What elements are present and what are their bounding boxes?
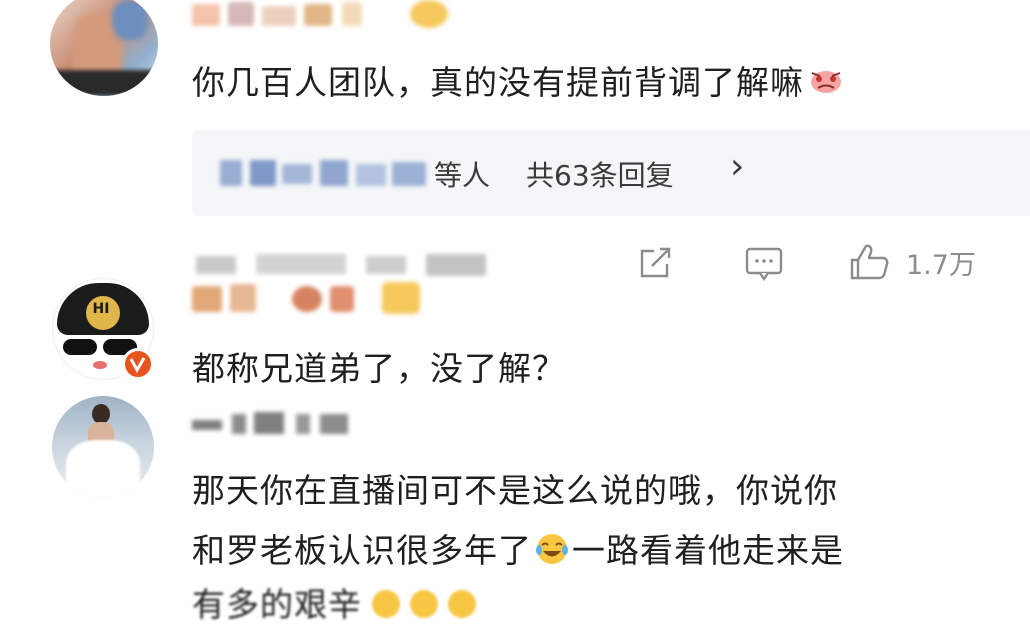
laugh-cry-emoji-icon xyxy=(534,532,570,574)
reply-usernames[interactable] xyxy=(220,156,432,190)
like-icon xyxy=(848,242,892,282)
comment-1-timestamp xyxy=(196,250,496,278)
sad-emoji-icon xyxy=(806,65,846,104)
replies-suffix: 等人 xyxy=(434,159,491,192)
username-2[interactable] xyxy=(192,280,432,316)
share-icon xyxy=(636,244,674,282)
comment-3-line2-a: 和罗老板认识很多年了 xyxy=(192,531,532,570)
username-1[interactable] xyxy=(192,0,452,28)
avatar-user-3[interactable] xyxy=(52,396,154,498)
comment-text-2: 都称兄道弟了，没了解？ xyxy=(192,349,566,388)
chevron-right-icon: › xyxy=(730,146,745,187)
verified-v-icon xyxy=(129,357,146,374)
comment-text-3-line2: 和罗老板认识很多年了 一路看着他走来是 xyxy=(192,524,844,574)
comment-1-content: 你几百人团队，真的没有提前背调了解嘛 xyxy=(192,63,804,102)
verified-badge xyxy=(122,348,154,380)
like-count: 1.7万 xyxy=(906,249,976,281)
like-button[interactable]: 1.7万 xyxy=(848,242,976,282)
comment-button[interactable] xyxy=(744,246,784,282)
comment-text-1: 你几百人团队，真的没有提前背调了解嘛 xyxy=(192,56,846,104)
username-3[interactable] xyxy=(192,410,362,436)
comment-text-3-line3: 有多的艰辛 xyxy=(192,578,488,626)
avatar-user-1[interactable] xyxy=(50,0,158,96)
replies-count[interactable]: 共63条回复 xyxy=(526,154,674,194)
emoji-row-icon xyxy=(368,587,488,626)
replies-summary[interactable]: 等人 共63条回复 › xyxy=(192,130,1030,216)
comment-3-line3: 有多的艰辛 xyxy=(192,585,362,624)
comment-icon xyxy=(744,246,784,282)
share-button[interactable] xyxy=(636,244,674,282)
comment-text-3-line1: 那天你在直播间可不是这么说的哦，你说你 xyxy=(192,471,838,510)
comment-3-line2-b: 一路看着他走来是 xyxy=(572,531,844,570)
avatar-user-2[interactable]: HI xyxy=(52,278,156,382)
